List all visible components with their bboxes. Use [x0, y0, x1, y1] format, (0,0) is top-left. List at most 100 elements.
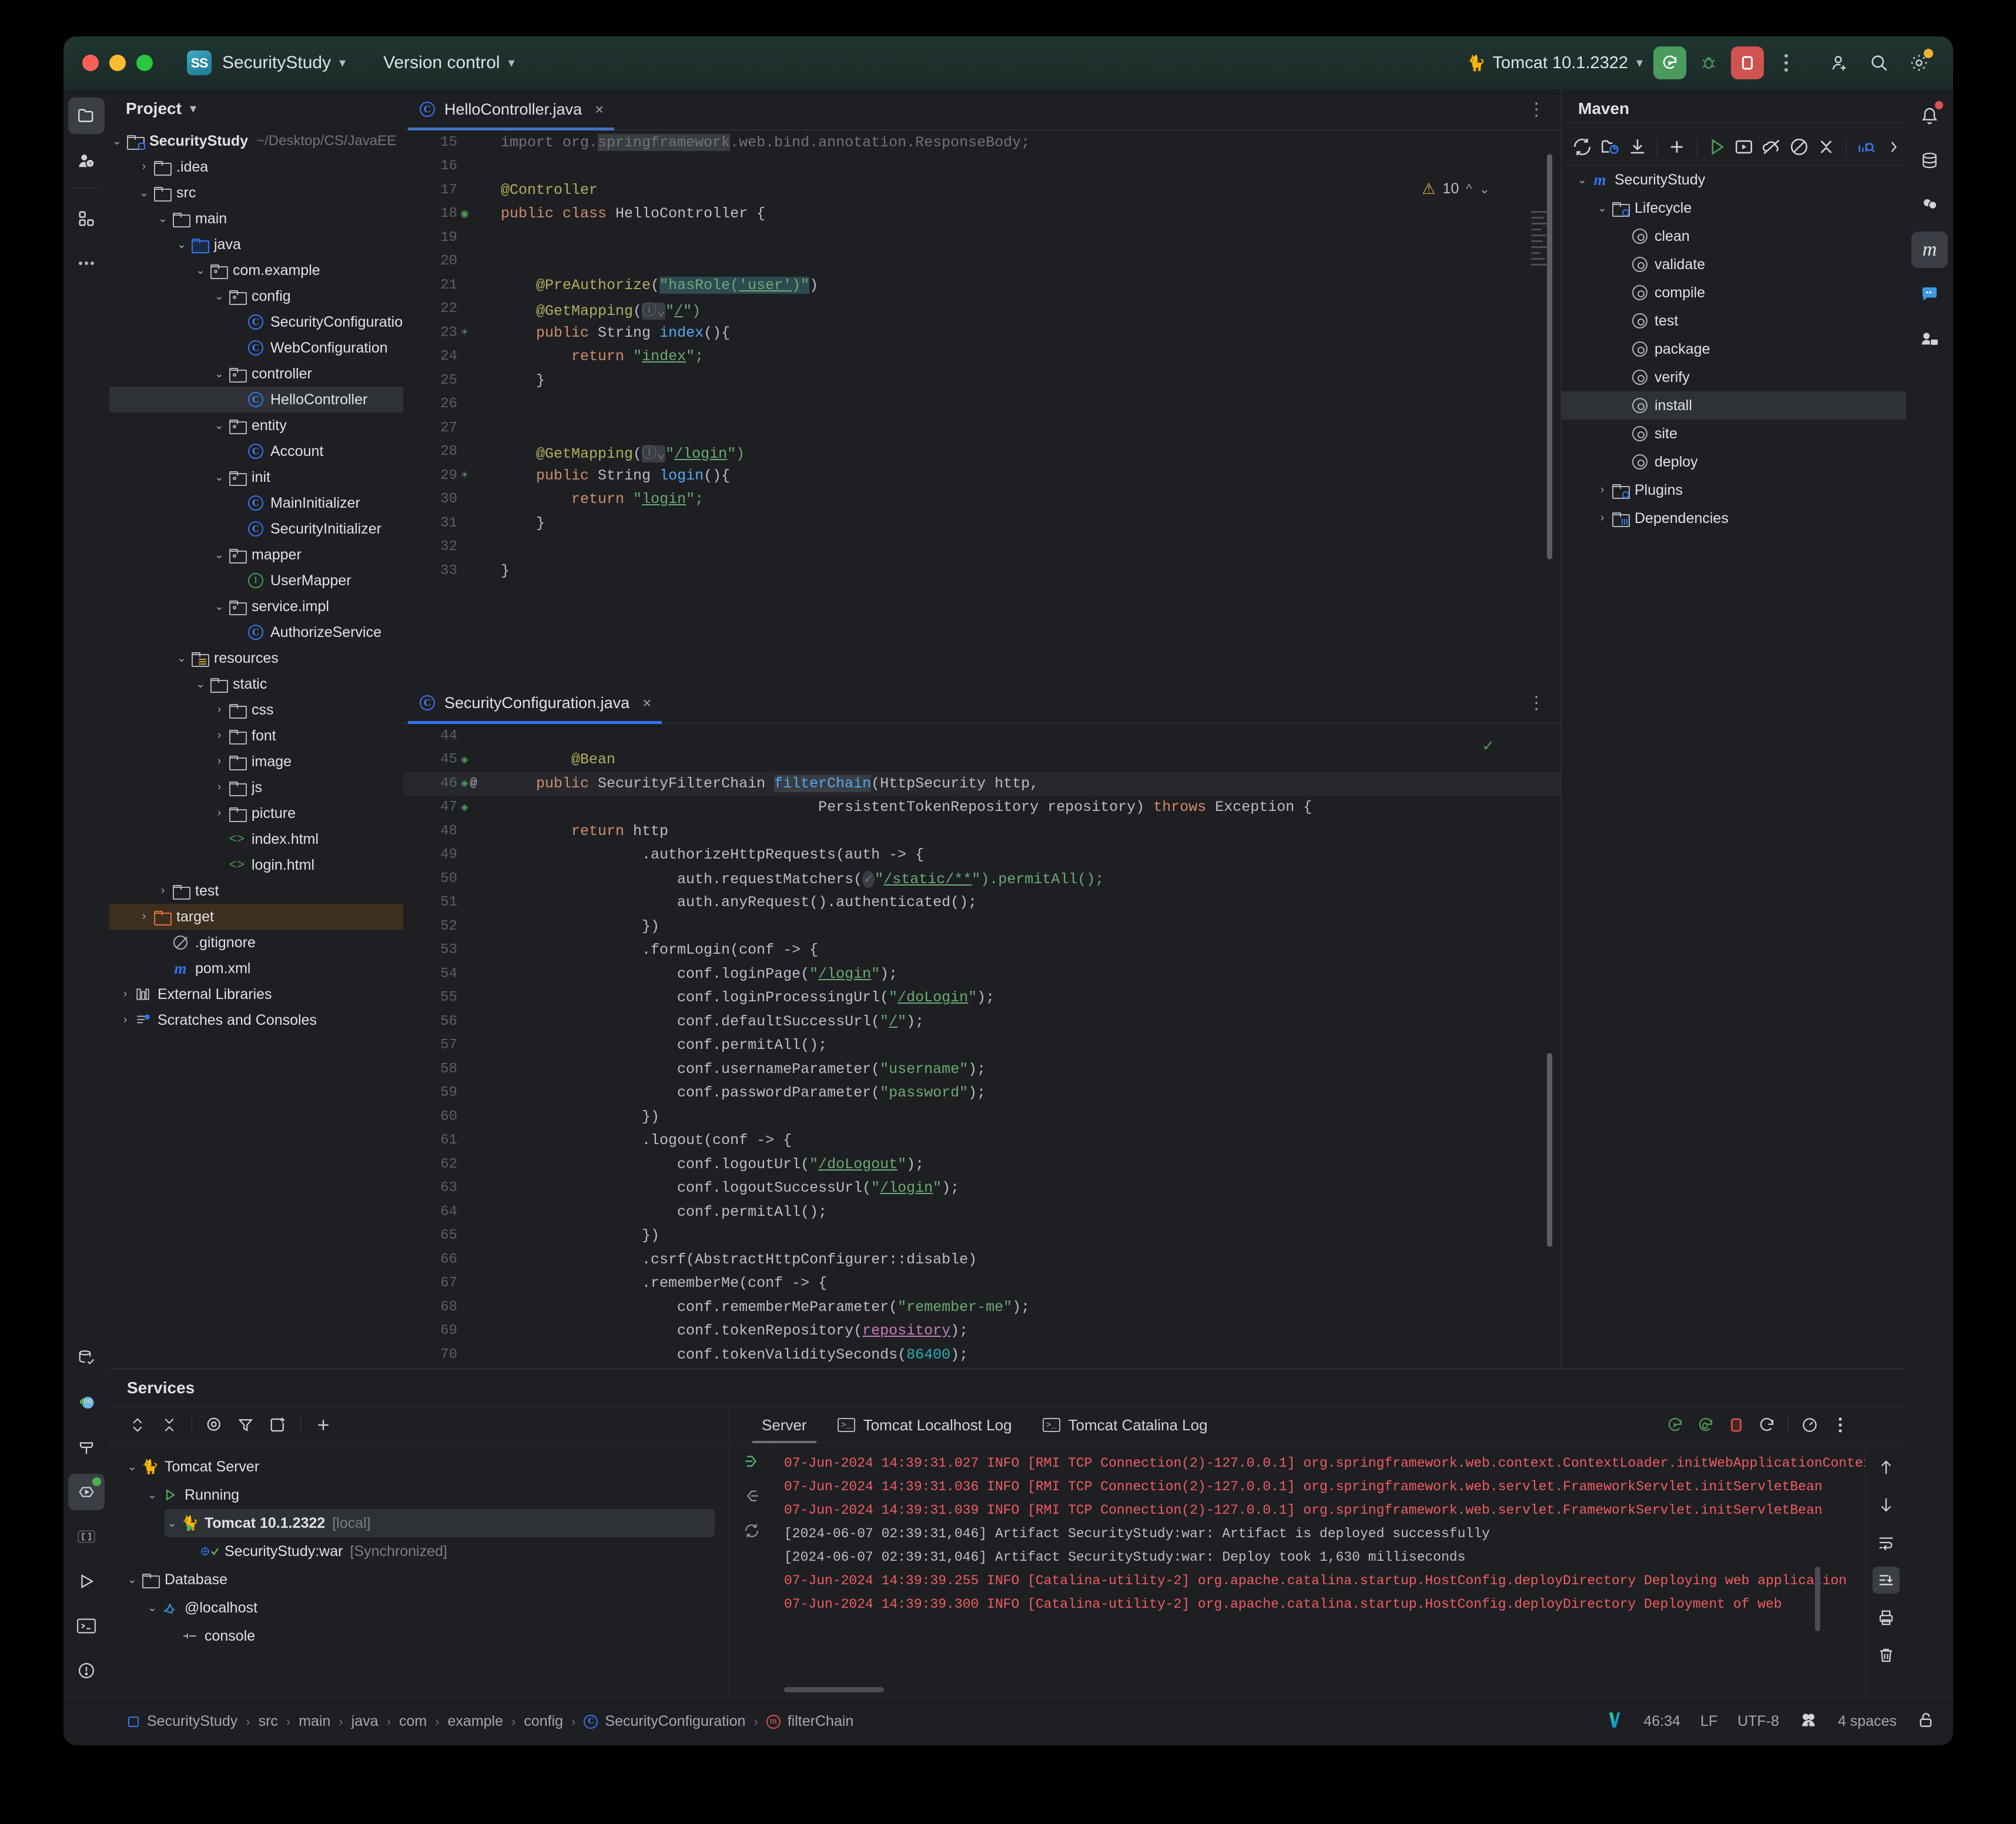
run-configuration-selector[interactable]: 🐈 Tomcat 10.1.2322 ▾ — [1466, 53, 1643, 73]
next-problem-icon[interactable]: ⌄ — [1479, 182, 1490, 197]
service-tree-row[interactable]: ⌄ @localhost — [145, 1594, 715, 1622]
idea-vcs-icon[interactable] — [1603, 1710, 1623, 1733]
log-tab[interactable]: >_ Tomcat Localhost Log — [822, 1407, 1027, 1443]
chevron-right-icon[interactable]: › — [1595, 512, 1610, 525]
maven-tree-row[interactable]: install — [1562, 391, 1906, 420]
services-tool-icon[interactable] — [68, 1474, 105, 1510]
run-icon[interactable] — [1704, 133, 1729, 160]
tab-securityconfiguration[interactable]: C SecurityConfiguration.java × — [403, 683, 667, 724]
maximize-window-button[interactable] — [136, 55, 153, 71]
editor-vertical-scrollbar-bottom[interactable] — [1547, 1053, 1552, 1247]
project-panel-header[interactable]: Project ▾ — [109, 89, 403, 128]
log-output[interactable]: 07-Jun-2024 14:39:31.027 INFO [RMI TCP C… — [730, 1443, 1865, 1697]
skip-tests-icon[interactable] — [1786, 133, 1811, 160]
watch-icon[interactable] — [200, 1411, 229, 1439]
file-encoding[interactable]: UTF-8 — [1737, 1713, 1779, 1730]
chevron-right-icon[interactable]: › — [136, 160, 152, 173]
tree-row[interactable]: C SecurityInitializer — [109, 516, 403, 542]
restart-icon[interactable] — [1753, 1411, 1781, 1439]
indent-setting[interactable]: 4 spaces — [1838, 1713, 1897, 1730]
tree-row[interactable]: › test — [109, 878, 403, 904]
expand-collapse-icon[interactable] — [123, 1411, 152, 1439]
help-community-icon[interactable]: ? — [68, 142, 105, 179]
service-tree-row[interactable]: ⌄ 🐈 ▶ Tomcat 10.1.2322 [local] — [165, 1509, 715, 1537]
profiler-icon[interactable] — [1854, 133, 1879, 160]
tree-row[interactable]: ⌄ controller — [109, 361, 403, 387]
chevron-down-icon[interactable]: ⌄ — [136, 186, 152, 200]
tree-row[interactable]: › js — [109, 774, 403, 800]
tree-row[interactable]: I UserMapper — [109, 568, 403, 594]
chevron-right-icon[interactable]: › — [212, 781, 227, 794]
lock-icon[interactable] — [1917, 1711, 1935, 1732]
version-control-menu[interactable]: Version control ▾ — [373, 53, 515, 73]
tree-row[interactable]: › css — [109, 697, 403, 723]
tree-row[interactable]: › font — [109, 723, 403, 749]
chevron-down-icon[interactable]: ⌄ — [1595, 202, 1610, 215]
service-tree-row[interactable]: SecurityStudy:war [Synchronized] — [185, 1537, 715, 1565]
tree-row[interactable]: <> index.html — [109, 826, 403, 852]
chevron-right-icon[interactable]: › — [118, 1014, 133, 1027]
tree-row[interactable]: ⌄ entity — [109, 413, 403, 438]
search-icon[interactable] — [1863, 46, 1896, 79]
chevron-down-icon[interactable]: ⌄ — [212, 471, 227, 484]
chevron-down-icon[interactable]: ⌄ — [165, 1517, 180, 1530]
gutter-run-icon[interactable]: ◈ — [457, 800, 490, 815]
breadcrumb-item[interactable]: com — [399, 1713, 427, 1730]
tree-row[interactable]: C SecurityConfiguration — [109, 309, 403, 335]
tree-row[interactable]: ⌄ java — [109, 232, 403, 257]
collapse-all-icon[interactable] — [155, 1411, 183, 1439]
service-tree-row[interactable]: ⌄ Running — [145, 1481, 715, 1509]
breadcrumb-item[interactable]: SecurityStudy — [147, 1713, 237, 1730]
notifications-icon[interactable] — [1911, 98, 1948, 134]
close-icon[interactable]: × — [595, 100, 604, 119]
tree-row[interactable]: C WebConfiguration — [109, 335, 403, 361]
clear-icon[interactable] — [1873, 1642, 1900, 1669]
chevron-down-icon[interactable]: ⌄ — [109, 135, 125, 148]
tab-hellocontroller[interactable]: C HelloController.java × — [403, 89, 619, 130]
gutter-run-icon[interactable]: ◉ — [457, 206, 490, 222]
chevron-down-icon[interactable]: ⌄ — [174, 238, 189, 252]
database-icon[interactable] — [1911, 142, 1948, 179]
minimize-window-button[interactable] — [109, 55, 126, 71]
tree-row[interactable]: › target — [109, 904, 403, 930]
debug-button[interactable] — [1692, 46, 1725, 79]
code-editor-top[interactable]: 15 import org.springframework.web.bind.an… — [403, 130, 1560, 683]
settings-gear-icon[interactable] — [1903, 46, 1935, 79]
tree-row[interactable]: ⌄ src — [109, 180, 403, 206]
profiler-icon[interactable] — [1796, 1411, 1824, 1439]
new-tab-icon[interactable] — [264, 1411, 292, 1439]
download-sources-icon[interactable] — [1625, 133, 1650, 160]
chevron-right-icon[interactable]: › — [212, 729, 227, 742]
gutter-run-icon[interactable]: ◈ — [457, 752, 490, 767]
breadcrumb[interactable]: SecurityStudy › src › main › java › com › example ›… — [128, 1713, 853, 1730]
chevron-down-icon[interactable]: ⌄ — [212, 548, 227, 562]
more-actions-icon[interactable] — [1770, 46, 1803, 79]
line-separator[interactable]: LF — [1700, 1713, 1717, 1730]
maven-tree-row[interactable]: ⌄ m SecurityStudy — [1562, 166, 1906, 194]
filter-icon[interactable] — [232, 1411, 260, 1439]
bookmarks-tool-icon[interactable] — [68, 1518, 105, 1555]
service-tree-row[interactable]: console — [165, 1622, 715, 1650]
chevron-down-icon[interactable]: ⌄ — [145, 1488, 160, 1502]
maven-tree-row[interactable]: › Dependencies — [1562, 504, 1906, 532]
services-tree[interactable]: ⌄ 🐈 Tomcat Server ⌄ Running ⌄ 🐈 ▶ Tomcat 10.1.23… — [109, 1444, 729, 1697]
close-icon[interactable]: × — [642, 694, 651, 712]
offline-mode-icon[interactable] — [1759, 133, 1784, 160]
run-tool-icon[interactable] — [68, 1563, 105, 1600]
more-icon[interactable] — [1826, 1411, 1854, 1439]
gutter-run-icon[interactable]: ☀ — [457, 325, 490, 340]
tree-row[interactable]: ⌄ config — [109, 283, 403, 309]
editor-options-icon[interactable]: ⋮ — [1528, 693, 1546, 713]
project-selector[interactable]: SS SecurityStudy ▾ — [153, 51, 346, 75]
maven-tree-row[interactable]: deploy — [1562, 448, 1906, 476]
gutter-run-icon[interactable]: ◈ @ — [457, 776, 490, 792]
more-icon[interactable] — [1881, 133, 1906, 160]
tree-row[interactable]: ⌄ service.impl — [109, 594, 403, 619]
maven-tree-row[interactable]: site — [1562, 420, 1906, 448]
chevron-down-icon[interactable]: ⌄ — [212, 419, 227, 432]
tree-row[interactable]: C AuthorizeService — [109, 619, 403, 645]
structure-tool-icon[interactable] — [68, 200, 105, 237]
chat-icon[interactable] — [1911, 276, 1948, 313]
tree-row[interactable]: › .idea — [109, 154, 403, 180]
tree-row[interactable]: m pom.xml — [109, 955, 403, 981]
